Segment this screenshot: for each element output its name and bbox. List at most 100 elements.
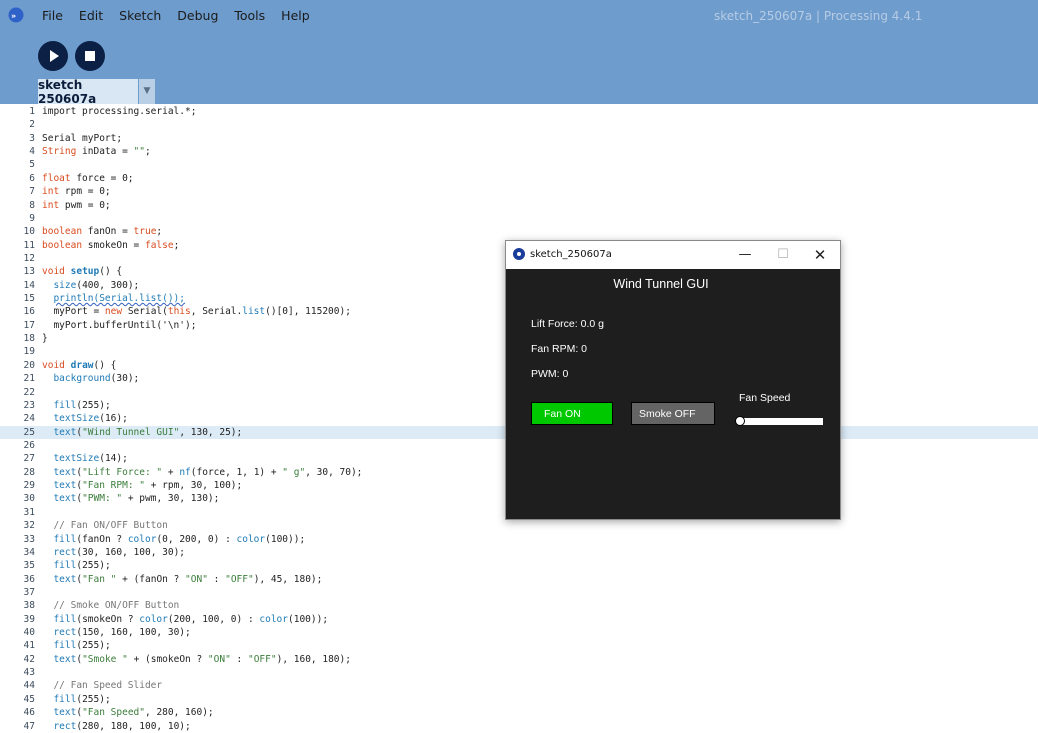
- code-text: import processing.serial.*;: [42, 105, 196, 118]
- code-line[interactable]: 3 Serial myPort;: [0, 132, 1038, 145]
- code-token: "OFF": [247, 653, 277, 665]
- code-token: myPort =: [42, 306, 105, 318]
- code-line[interactable]: 32 // Fan ON/OFF Button: [0, 519, 1038, 532]
- code-token: new: [104, 306, 123, 318]
- window-title: sketch_250607a | Processing 4.4.1: [714, 9, 923, 23]
- code-line[interactable]: 1 import processing.serial.*;: [0, 105, 1038, 118]
- code-line[interactable]: 43: [0, 666, 1038, 679]
- line-number: 3: [29, 132, 35, 144]
- minimize-button[interactable]: —: [734, 245, 756, 265]
- code-line[interactable]: 36 text("Fan " + (fanOn ? "ON" : "OFF"),…: [0, 573, 1038, 586]
- line-number: 43: [23, 667, 35, 679]
- line-number: 33: [23, 533, 35, 545]
- code-token: ), 45, 180);: [253, 573, 323, 585]
- code-line[interactable]: 6 float force = 0;: [0, 172, 1038, 185]
- code-token: color: [236, 533, 266, 545]
- code-text: background(30);: [42, 372, 139, 385]
- code-token: (280, 180, 100, 10);: [76, 720, 191, 732]
- fan-toggle-button[interactable]: Fan ON: [531, 402, 613, 425]
- code-text: int pwm = 0;: [42, 199, 111, 212]
- code-text: Serial myPort;: [42, 132, 122, 145]
- fan-speed-slider-knob[interactable]: [735, 416, 745, 426]
- close-button[interactable]: ✕: [809, 245, 831, 265]
- menu-tools[interactable]: Tools: [226, 0, 273, 32]
- line-number: 45: [23, 693, 35, 705]
- stop-button[interactable]: [75, 41, 105, 71]
- code-token: fill: [53, 640, 77, 652]
- code-line[interactable]: 4 String inData = "";: [0, 145, 1038, 158]
- code-token: String: [42, 146, 77, 158]
- code-line[interactable]: 5: [0, 158, 1038, 171]
- code-line[interactable]: 37: [0, 586, 1038, 599]
- code-token: text: [53, 426, 77, 438]
- code-text: fill(fanOn ? color(0, 200, 0) : color(10…: [42, 533, 305, 546]
- line-number: 13: [23, 266, 35, 278]
- code-line[interactable]: 38 // Smoke ON/OFF Button: [0, 599, 1038, 612]
- code-line[interactable]: 35 fill(255);: [0, 559, 1038, 572]
- ide-chrome: » File Edit Sketch Debug Tools Help sket…: [0, 0, 1038, 106]
- code-text: myPort.bufferUntil('\n');: [42, 319, 196, 332]
- fan-speed-slider-track[interactable]: [739, 418, 823, 425]
- tab-sketch[interactable]: sketch 250607a: [38, 78, 138, 106]
- sketch-titlebar[interactable]: sketch_250607a — ☐ ✕: [506, 241, 840, 269]
- code-token: (150, 160, 100, 30);: [76, 627, 191, 639]
- run-button[interactable]: [38, 41, 68, 71]
- code-line[interactable]: 33 fill(fanOn ? color(0, 200, 0) : color…: [0, 533, 1038, 546]
- code-line[interactable]: 34 rect(30, 160, 100, 30);: [0, 546, 1038, 559]
- code-token: color: [139, 613, 168, 625]
- code-text: rect(150, 160, 100, 30);: [42, 626, 191, 639]
- code-line[interactable]: 42 text("Smoke " + (smokeOn ? "ON" : "OF…: [0, 653, 1038, 666]
- code-token: text: [53, 466, 77, 478]
- code-token: rect: [53, 627, 77, 639]
- code-line[interactable]: 9: [0, 212, 1038, 225]
- menu-edit[interactable]: Edit: [71, 0, 111, 32]
- code-token: (200, 100, 0) :: [167, 613, 260, 625]
- line-number: 24: [23, 413, 35, 425]
- code-line[interactable]: 40 rect(150, 160, 100, 30);: [0, 626, 1038, 639]
- code-text: rect(280, 180, 100, 10);: [42, 720, 191, 733]
- code-token: nf: [179, 466, 191, 478]
- code-token: "OFF": [225, 573, 254, 585]
- code-token: int: [42, 186, 60, 198]
- processing-app-icon[interactable]: »: [8, 7, 24, 23]
- code-token: text: [53, 707, 77, 719]
- code-text: text("PWM: " + pwm, 30, 130);: [42, 492, 219, 505]
- smoke-toggle-button[interactable]: Smoke OFF: [631, 402, 715, 425]
- line-number: 11: [23, 239, 35, 251]
- line-number: 6: [29, 172, 35, 184]
- code-token: (fanOn ?: [76, 533, 128, 545]
- maximize-button[interactable]: ☐: [772, 245, 794, 265]
- code-token: // Fan Speed Slider: [42, 680, 163, 692]
- tab-menu-button[interactable]: ▼: [139, 79, 155, 104]
- code-line[interactable]: 44 // Fan Speed Slider: [0, 679, 1038, 692]
- code-line[interactable]: 39 fill(smokeOn ? color(200, 100, 0) : c…: [0, 613, 1038, 626]
- code-token: (255);: [76, 693, 111, 705]
- code-line[interactable]: 10 boolean fanOn = true;: [0, 225, 1038, 238]
- code-text: // Fan ON/OFF Button: [42, 519, 167, 532]
- sketch-canvas[interactable]: Wind Tunnel GUI Lift Force: 0.0 g Fan RP…: [506, 269, 840, 519]
- line-number: 28: [23, 466, 35, 478]
- line-number: 18: [23, 333, 35, 345]
- code-token: text: [53, 653, 77, 665]
- code-token: }: [42, 333, 48, 345]
- code-line[interactable]: 47 rect(280, 180, 100, 10);: [0, 720, 1038, 733]
- code-text: boolean fanOn = true;: [42, 225, 162, 238]
- menu-debug[interactable]: Debug: [169, 0, 226, 32]
- code-line[interactable]: 8 int pwm = 0;: [0, 199, 1038, 212]
- code-line[interactable]: 2: [0, 118, 1038, 131]
- code-line[interactable]: 7 int rpm = 0;: [0, 185, 1038, 198]
- line-number: 2: [29, 119, 35, 131]
- menu-file[interactable]: File: [34, 0, 71, 32]
- code-line[interactable]: 45 fill(255);: [0, 693, 1038, 706]
- code-line[interactable]: 41 fill(255);: [0, 639, 1038, 652]
- menu-sketch[interactable]: Sketch: [111, 0, 169, 32]
- menu-help[interactable]: Help: [273, 0, 318, 32]
- line-number: 35: [23, 560, 35, 572]
- code-text: boolean smokeOn = false;: [42, 239, 179, 252]
- code-token: force = 0;: [70, 172, 134, 184]
- code-line[interactable]: 46 text("Fan Speed", 280, 160);: [0, 706, 1038, 719]
- code-token: (255);: [76, 640, 111, 652]
